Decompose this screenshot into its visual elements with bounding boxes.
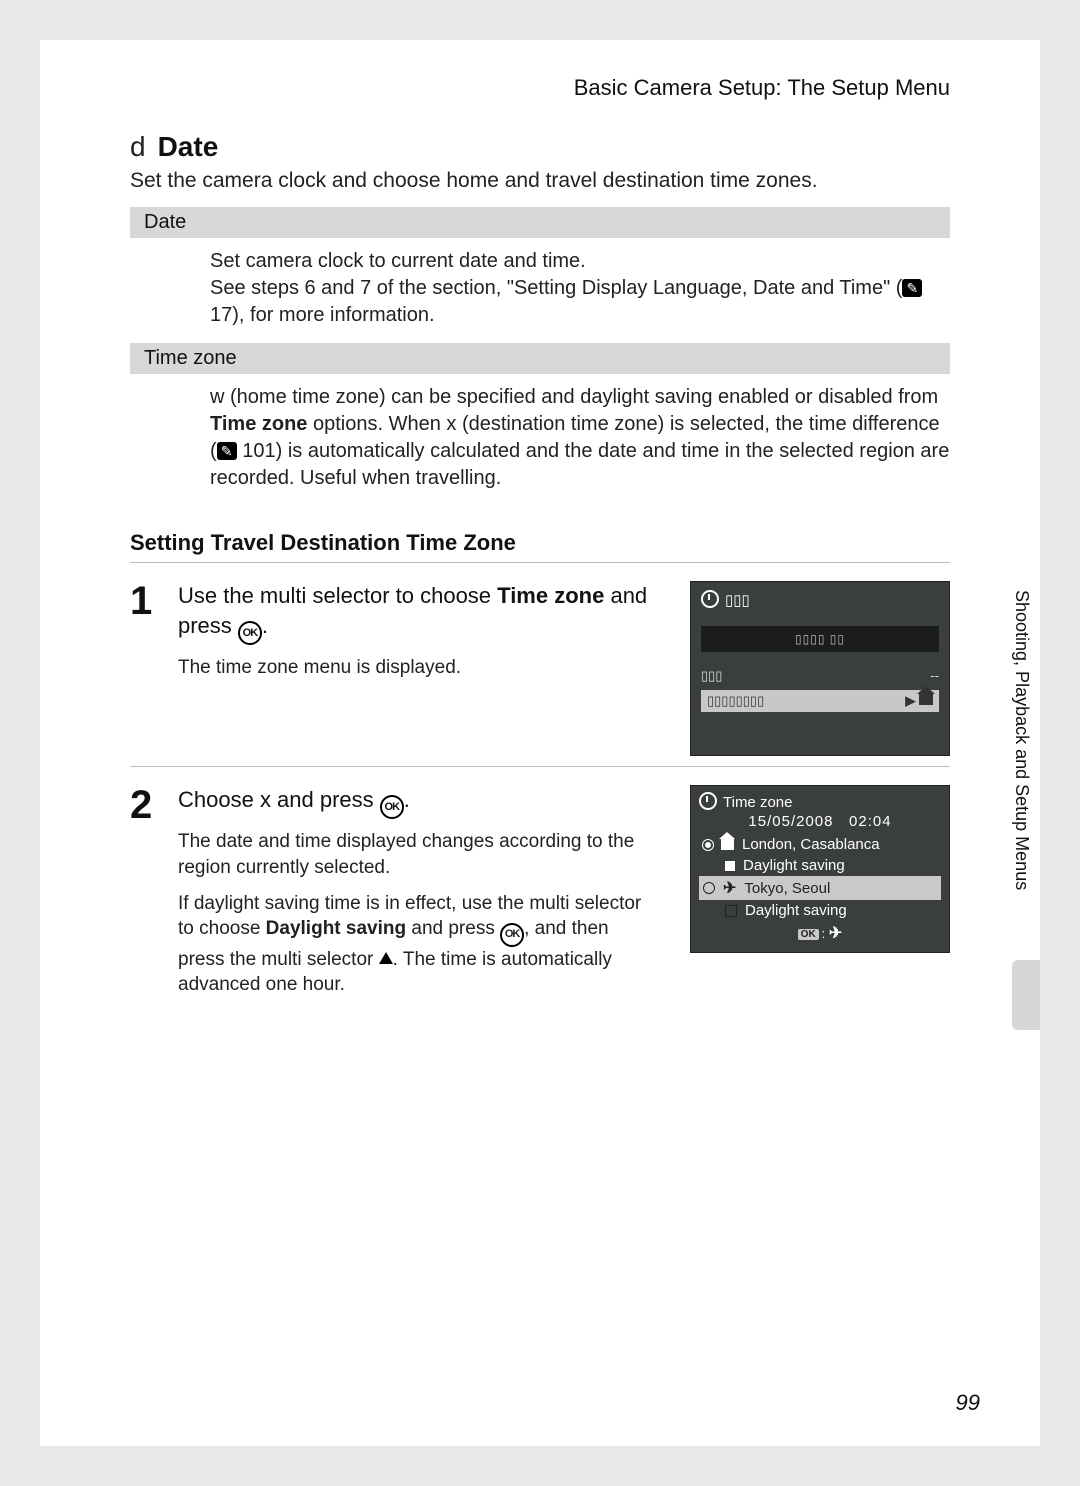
step-2: 2 Choose x and press OK. The date and ti…	[130, 785, 660, 998]
clock-icon	[701, 590, 719, 608]
up-triangle-icon	[379, 952, 393, 964]
date-section-icon: d	[130, 131, 146, 163]
page-number: 99	[956, 1390, 980, 1416]
lcd1-title: ▯▯▯	[725, 592, 750, 609]
lcd-screen-2: Time zone 15/05/2008 02:04 London, Casab…	[690, 785, 950, 953]
checkbox-filled-icon	[725, 861, 735, 871]
lcd1-row3-left: ▯▯▯	[701, 668, 722, 684]
lcd2-dest-ds-line: Daylight saving	[699, 900, 941, 921]
date-body-line2b: ), for more information.	[232, 304, 434, 326]
tz-body-pageref: 101	[242, 440, 275, 462]
step-1-number: 1	[130, 581, 160, 621]
step-1-detail: The time zone menu is displayed.	[178, 655, 660, 681]
lcd2-home-text: London, Casablanca	[742, 836, 880, 853]
ok-badge-icon: OK	[798, 929, 819, 940]
step-2-text: Choose x and press OK. The date and time…	[178, 785, 660, 998]
divider	[130, 766, 950, 767]
step-1-text-bold: Time zone	[497, 583, 604, 608]
section-title-row: d Date	[130, 131, 950, 163]
lcd1-selected-row: ▯▯▯▯ ▯▯	[701, 626, 939, 652]
step-1-text: Use the multi selector to choose Time zo…	[178, 581, 660, 681]
page-header: Basic Camera Setup: The Setup Menu	[40, 40, 1040, 111]
subsection-date-bar: Date	[130, 207, 950, 238]
date-body-line1: Set camera clock to current date and tim…	[210, 250, 586, 272]
step-2-detail-1: The date and time displayed changes acco…	[178, 829, 660, 880]
lcd2-home-ds: Daylight saving	[743, 857, 845, 874]
lcd2-title: Time zone	[723, 794, 792, 811]
lcd2-dest-ds: Daylight saving	[745, 902, 847, 919]
ok-button-icon: OK	[238, 621, 262, 645]
lcd2-dest-text: Tokyo, Seoul	[744, 880, 830, 897]
step-1: 1 Use the multi selector to choose Time …	[130, 581, 660, 681]
step-1-text-a: Use the multi selector to choose	[178, 583, 497, 608]
step-2-detail-2: If daylight saving time is in effect, us…	[178, 891, 660, 998]
subsection-timezone-bar: Time zone	[130, 343, 950, 374]
lcd2-date: 15/05/2008	[748, 813, 833, 830]
lcd2-time: 02:04	[849, 813, 892, 830]
checkbox-empty-icon	[725, 905, 737, 917]
step-2-number: 2	[130, 785, 160, 825]
subsection-date-body: Set camera clock to current date and tim…	[130, 244, 950, 343]
lcd2-home-line: London, Casablanca	[699, 834, 941, 855]
s2d2bold: Daylight saving	[266, 918, 406, 939]
subsection-timezone-body: w (home time zone) can be specified and …	[130, 380, 950, 506]
side-chapter-label: Shooting, Playback and Setup Menus	[1012, 590, 1032, 990]
tz-body-bold: Time zone	[210, 413, 307, 435]
home-icon	[919, 693, 933, 705]
tz-body-c: ) is automatically calculated and the da…	[210, 440, 949, 489]
lcd-screen-1: ▯▯▯ ▯▯▯▯ ▯▯ ▯▯▯ -- ▯▯▯▯▯▯▯▯ ▶	[690, 581, 950, 756]
page-ref-icon: ✎	[217, 442, 237, 460]
page-ref-icon: ✎	[902, 279, 922, 297]
chevron-right-icon: ▶	[905, 693, 915, 708]
lcd2-home-ds-line: Daylight saving	[699, 855, 941, 876]
radio-selected-icon	[703, 840, 713, 850]
date-body-pageref: 17	[210, 304, 232, 326]
section-title: Date	[158, 131, 219, 163]
home-icon	[721, 839, 734, 850]
divider	[130, 562, 950, 563]
step-2-row: 2 Choose x and press OK. The date and ti…	[130, 785, 950, 1008]
radio-empty-icon	[703, 882, 715, 894]
s2d2b: and press	[406, 918, 500, 939]
plane-icon: ✈	[723, 878, 736, 898]
clock-icon	[699, 792, 717, 810]
section-intro: Set the camera clock and choose home and…	[130, 169, 950, 193]
lcd1-row4-text: ▯▯▯▯▯▯▯▯	[707, 693, 764, 709]
lcd2-footer: OK: ✈	[699, 923, 941, 943]
tz-body-a: w (home time zone) can be specified and …	[210, 386, 938, 408]
subheading: Setting Travel Destination Time Zone	[130, 530, 950, 556]
lcd2-dest-line: ✈ Tokyo, Seoul	[699, 876, 941, 900]
ok-button-icon: OK	[380, 795, 404, 819]
step-2-text-a: Choose x and press	[178, 787, 380, 812]
step-1-row: 1 Use the multi selector to choose Time …	[130, 581, 950, 756]
date-body-line2a: See steps 6 and 7 of the section, "Setti…	[210, 277, 902, 299]
lcd1-row3-right: --	[930, 668, 939, 684]
lcd1-highlight-row: ▯▯▯▯▯▯▯▯ ▶	[701, 690, 939, 712]
ok-button-icon: OK	[500, 923, 524, 947]
plane-icon: ✈	[829, 923, 842, 943]
